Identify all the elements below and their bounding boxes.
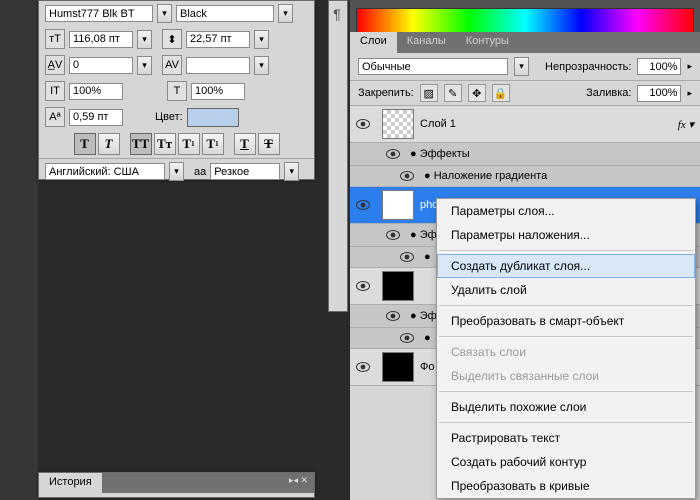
collapse-icon[interactable]: ▸◂ ✕ — [283, 473, 314, 493]
visibility-icon[interactable] — [350, 362, 376, 372]
hscale-icon: T — [167, 81, 187, 101]
blend-mode-select[interactable] — [358, 58, 508, 75]
opacity-label: Непрозрачность: — [545, 61, 631, 73]
strikethrough-button[interactable]: T — [258, 133, 280, 155]
lock-transparency-icon[interactable]: ▨ — [420, 84, 438, 102]
chevron-down-icon[interactable]: ▾ — [169, 162, 184, 181]
layer-row[interactable]: Слой 1 fx ▾ — [350, 106, 700, 143]
menu-item[interactable]: Параметры наложения... — [437, 223, 695, 247]
fill-label: Заливка: — [586, 87, 631, 99]
color-label: Цвет: — [155, 111, 183, 123]
hscale-input[interactable] — [191, 83, 245, 100]
paragraph-icon[interactable]: ¶ — [328, 6, 346, 22]
visibility-icon[interactable] — [350, 281, 376, 291]
kerning-input[interactable] — [69, 57, 133, 74]
text-color-swatch[interactable] — [187, 108, 239, 127]
menu-item[interactable]: Создать дубликат слоя... — [437, 254, 695, 278]
kerning-icon: A̲V — [45, 55, 65, 75]
history-panel: История ▸◂ ✕ — [38, 472, 315, 498]
chevron-down-icon[interactable]: ▾ — [254, 30, 269, 49]
font-size-icon: тТ — [45, 29, 65, 49]
font-weight-select[interactable] — [176, 5, 274, 22]
aa-prefix: aа — [194, 166, 206, 178]
tab-layers[interactable]: Слои — [350, 32, 397, 53]
character-panel: ▾ ▾ тТ ▾ ⬍ ▾ A̲V ▾ AV ▾ IT T Aª Цвет: T … — [38, 0, 315, 180]
opacity-input[interactable] — [637, 58, 681, 75]
language-select[interactable] — [45, 163, 165, 180]
tab-channels[interactable]: Каналы — [397, 32, 456, 53]
visibility-icon[interactable] — [380, 230, 406, 240]
underline-button[interactable]: T — [234, 133, 256, 155]
smallcaps-button[interactable]: Tт — [154, 133, 176, 155]
layer-effects-row[interactable]: ● Эффекты — [350, 143, 700, 166]
antialias-select[interactable] — [210, 163, 280, 180]
lock-all-icon[interactable]: 🔒 — [492, 84, 510, 102]
layer-context-menu: Параметры слоя...Параметры наложения... С… — [436, 198, 696, 499]
visibility-icon[interactable] — [350, 200, 376, 210]
fx-indicator[interactable]: fx ▾ — [678, 118, 694, 131]
vscale-input[interactable] — [69, 83, 123, 100]
menu-item[interactable]: Растрировать текст — [437, 426, 695, 450]
menu-item[interactable]: Удалить слой — [437, 278, 695, 302]
menu-item[interactable]: Выделить похожие слои — [437, 395, 695, 419]
layer-name[interactable]: Фо — [420, 361, 434, 373]
subscript-button[interactable]: T1 — [202, 133, 224, 155]
baseline-icon: Aª — [45, 107, 65, 127]
chevron-down-icon[interactable]: ▾ — [157, 4, 172, 23]
chevron-down-icon[interactable]: ▾ — [278, 4, 293, 23]
baseline-input[interactable] — [69, 109, 123, 126]
visibility-icon[interactable] — [380, 149, 406, 159]
visibility-icon[interactable] — [394, 252, 420, 262]
menu-item[interactable]: Параметры слоя... — [437, 199, 695, 223]
chevron-down-icon[interactable]: ▾ — [137, 56, 152, 75]
font-size-input[interactable] — [69, 31, 133, 48]
lock-position-icon[interactable]: ✥ — [468, 84, 486, 102]
layer-thumbnail[interactable]: T — [382, 190, 414, 220]
leading-icon: ⬍ — [162, 29, 182, 49]
italic-button[interactable]: T — [98, 133, 120, 155]
allcaps-button[interactable]: TT — [130, 133, 152, 155]
lock-label: Закрепить: — [358, 87, 414, 99]
chevron-down-icon[interactable]: ▾ — [137, 30, 152, 49]
menu-item[interactable]: Создать рабочий контур — [437, 450, 695, 474]
visibility-icon[interactable] — [394, 333, 420, 343]
superscript-button[interactable]: T1 — [178, 133, 200, 155]
bold-button[interactable]: T — [74, 133, 96, 155]
font-family-select[interactable] — [45, 5, 153, 22]
color-spectrum[interactable] — [356, 8, 694, 34]
tab-history[interactable]: История — [39, 473, 102, 493]
fill-input[interactable] — [637, 85, 681, 102]
leading-input[interactable] — [186, 31, 250, 48]
layer-thumbnail[interactable] — [382, 109, 414, 139]
tab-paths[interactable]: Контуры — [456, 32, 519, 53]
tracking-input[interactable] — [186, 57, 250, 74]
layer-thumbnail[interactable] — [382, 271, 414, 301]
vscale-icon: IT — [45, 81, 65, 101]
layer-name[interactable]: Слой 1 — [420, 118, 456, 130]
menu-item: Связать слои — [437, 340, 695, 364]
layer-thumbnail[interactable] — [382, 352, 414, 382]
chevron-down-icon[interactable]: ▾ — [514, 57, 529, 76]
tracking-icon: AV — [162, 55, 182, 75]
visibility-icon[interactable] — [380, 311, 406, 321]
visibility-icon[interactable] — [350, 119, 376, 129]
menu-item[interactable]: Преобразовать в кривые — [437, 474, 695, 498]
chevron-down-icon[interactable]: ▾ — [254, 56, 269, 75]
chevron-down-icon[interactable]: ▾ — [284, 162, 299, 181]
layer-effect-item[interactable]: ● Наложение градиента — [350, 166, 700, 187]
toolbar-strip — [328, 0, 348, 312]
menu-item[interactable]: Преобразовать в смарт-объект — [437, 309, 695, 333]
lock-image-icon[interactable]: ✎ — [444, 84, 462, 102]
menu-item: Выделить связанные слои — [437, 364, 695, 388]
visibility-icon[interactable] — [394, 171, 420, 181]
